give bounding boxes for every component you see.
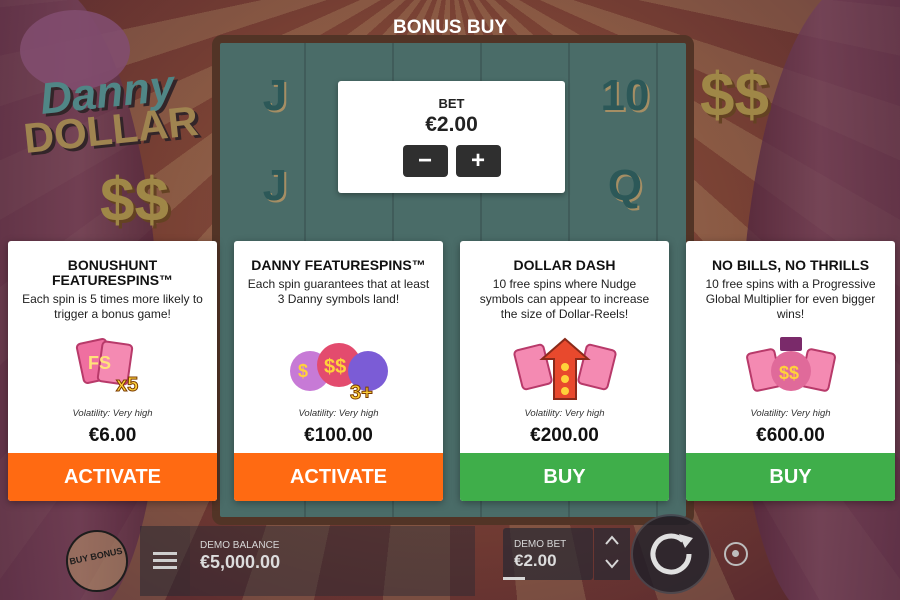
card-price: €200.00 bbox=[530, 425, 599, 446]
decrease-bet-button[interactable]: − bbox=[402, 145, 448, 177]
activate-button[interactable]: ACTIVATE bbox=[234, 453, 443, 501]
bet-label: BET bbox=[438, 96, 465, 111]
demo-bet-value: €2.00 bbox=[514, 551, 557, 570]
card-price: €6.00 bbox=[88, 425, 137, 446]
buy-button[interactable]: BUY bbox=[686, 453, 895, 501]
card-description: Each spin is 5 times more likely to trig… bbox=[22, 292, 203, 321]
spin-icon bbox=[650, 533, 693, 575]
buy-button[interactable]: BUY bbox=[460, 453, 669, 501]
menu-icon bbox=[153, 552, 177, 555]
bonus-card-no-bills-no-thrills: NO BILLS, NO THRILLS 10 free spins with … bbox=[686, 241, 895, 501]
page-title: BONUS BUY bbox=[392, 17, 507, 38]
volatility-label: Volatility: Very high bbox=[524, 408, 605, 419]
demo-bet[interactable]: DEMO BET €2.00 bbox=[503, 528, 593, 580]
activate-button[interactable]: ACTIVATE bbox=[8, 453, 217, 501]
svg-text:$$: $$ bbox=[779, 363, 799, 383]
volatility-label: Volatility: Very high bbox=[298, 408, 379, 419]
card-title: DOLLAR DASH bbox=[513, 257, 616, 273]
card-price: €100.00 bbox=[304, 425, 373, 446]
balance-value: €5,000.00 bbox=[200, 552, 281, 572]
card-title: BONUSHUNT FEATURESPINS™ bbox=[51, 257, 174, 288]
autoplay-icon[interactable] bbox=[724, 542, 748, 566]
bottom-bar: BUY BONUS DEMO BALANCE €5,000.00 DEMO BE… bbox=[0, 514, 900, 600]
volatility-label: Volatility: Very high bbox=[72, 408, 153, 419]
volatility-label: Volatility: Very high bbox=[750, 408, 831, 419]
bonushunt-cards-icon: FS x5 bbox=[75, 338, 138, 397]
bet-value: €2.00 bbox=[425, 113, 478, 136]
demo-balance: DEMO BALANCE €5,000.00 bbox=[190, 526, 475, 596]
multiplier-character-icon: $$ bbox=[745, 337, 836, 392]
menu-button[interactable] bbox=[140, 526, 190, 596]
card-description: 10 free spins with a Progressive Global … bbox=[705, 277, 876, 321]
card-description: 10 free spins where Nudge symbols can ap… bbox=[479, 277, 650, 321]
svg-text:FS: FS bbox=[88, 353, 111, 373]
dollar-dash-icon bbox=[512, 337, 617, 400]
chevron-down-icon[interactable] bbox=[604, 558, 620, 570]
svg-text:$: $ bbox=[298, 361, 308, 381]
card-description: Each spin guarantees that at least 3 Dan… bbox=[247, 277, 430, 306]
svg-text:$$: $$ bbox=[324, 356, 346, 378]
demo-bet-label: DEMO BET bbox=[514, 539, 567, 550]
bonus-card-bonushunt: BONUSHUNT FEATURESPINS™ Each spin is 5 t… bbox=[8, 241, 217, 501]
menu-icon-bar bbox=[153, 566, 177, 569]
menu-icon-bar bbox=[153, 559, 177, 562]
bonus-card-danny-featurespins: DANNY FEATURESPINS™ Each spin guarantees… bbox=[234, 241, 443, 501]
danny-symbols-icon: $ $$ 3+ bbox=[289, 343, 388, 405]
bet-buttons: − + bbox=[338, 145, 565, 177]
bet-arrows bbox=[594, 528, 630, 580]
card-price: €600.00 bbox=[756, 425, 825, 446]
card-badge: 3+ bbox=[350, 382, 373, 404]
card-title: DANNY FEATURESPINS™ bbox=[251, 257, 426, 273]
card-badge: x5 bbox=[116, 374, 138, 396]
spin-button[interactable] bbox=[631, 514, 711, 594]
buy-bonus-button[interactable]: BUY BONUS bbox=[60, 524, 134, 598]
balance-label: DEMO BALANCE bbox=[200, 540, 280, 551]
chevron-up-icon[interactable] bbox=[604, 534, 620, 546]
bet-selector: BET €2.00 − + bbox=[338, 81, 565, 193]
bet-level-indicator bbox=[503, 577, 525, 580]
increase-bet-button[interactable]: + bbox=[455, 145, 501, 177]
card-title: NO BILLS, NO THRILLS bbox=[711, 257, 870, 273]
bonus-card-dollar-dash: DOLLAR DASH 10 free spins where Nudge sy… bbox=[460, 241, 669, 501]
